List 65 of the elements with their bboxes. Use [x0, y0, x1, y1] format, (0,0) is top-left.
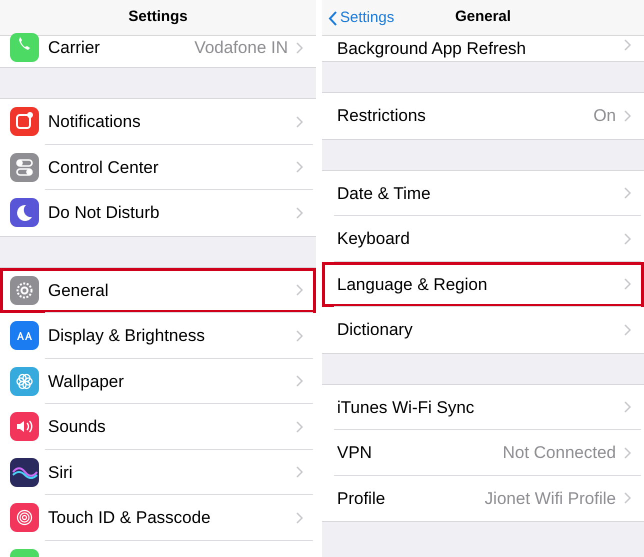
row-label: General: [48, 280, 108, 302]
settings-row[interactable]: Display & Brightness: [0, 313, 316, 358]
chevron-icon: [296, 330, 303, 342]
settings-row[interactable]: Restrictions On: [322, 93, 644, 138]
chevron-icon: [624, 278, 631, 290]
settings-row[interactable]: Dictionary: [322, 307, 644, 352]
chevron-icon: [624, 39, 631, 51]
row-label: Restrictions: [337, 105, 426, 127]
back-button[interactable]: Settings: [328, 0, 394, 36]
row-label: Keyboard: [337, 228, 410, 250]
settings-row[interactable]: Language & Region: [322, 262, 644, 307]
row-value: On: [593, 105, 616, 127]
row-label: iTunes Wi-Fi Sync: [337, 396, 474, 418]
settings-row[interactable]: Wallpaper: [0, 358, 316, 404]
row-label: Sounds: [48, 416, 106, 438]
chevron-icon: [624, 232, 631, 245]
chevron-icon: [296, 161, 303, 174]
chevron-icon: [296, 420, 303, 433]
row-label: Notifications: [48, 111, 141, 133]
row-label: Dictionary: [337, 319, 413, 341]
chevron-icon: [296, 116, 303, 128]
settings-row[interactable]: Carrier Vodafone IN: [0, 36, 316, 67]
row-label: Siri: [48, 462, 73, 484]
settings-row[interactable]: VPN Not Connected: [322, 430, 644, 476]
row-label: Background App Refresh: [337, 39, 526, 59]
chevron-icon: [624, 401, 631, 414]
chevron-icon: [296, 42, 303, 54]
chevron-icon: [624, 324, 631, 336]
settings-row[interactable]: iTunes Wi-Fi Sync: [322, 384, 644, 430]
row-label: Control Center: [48, 156, 159, 178]
settings-row[interactable]: Siri: [0, 450, 316, 495]
chevron-icon: [624, 187, 631, 200]
settings-row[interactable]: Do Not Disturb: [0, 190, 316, 236]
settings-row[interactable]: Profile Jionet Wifi Profile: [322, 476, 644, 521]
chevron-icon: [624, 446, 631, 459]
row-value: Jionet Wifi Profile: [484, 488, 616, 510]
chevron-icon: [296, 375, 303, 388]
chevron-icon: [624, 492, 631, 504]
settings-row[interactable]: Sounds: [0, 404, 316, 450]
chevron-icon: [296, 284, 303, 296]
row-label: VPN: [337, 442, 372, 464]
row-label: Carrier: [48, 36, 100, 59]
settings-row[interactable]: Touch ID & Passcode: [0, 495, 316, 540]
row-label: Touch ID & Passcode: [48, 507, 211, 529]
settings-row[interactable]: Date & Time: [322, 170, 644, 216]
row-label: Language & Region: [337, 274, 488, 296]
chevron-icon: [624, 110, 631, 122]
row-label: Wallpaper: [48, 370, 124, 392]
settings-row[interactable]: Keyboard: [322, 216, 644, 262]
settings-row[interactable]: General: [0, 268, 316, 313]
chevron-icon: [296, 466, 303, 478]
settings-row[interactable]: Notifications: [0, 99, 316, 144]
row-label: Do Not Disturb: [48, 202, 160, 224]
navigation-title: Settings: [128, 7, 188, 28]
navigation-title: General: [455, 7, 511, 28]
row-value: Vodafone IN: [194, 36, 288, 59]
row-label: Display & Brightness: [48, 325, 205, 347]
row-label: Date & Time: [337, 182, 431, 204]
chevron-icon: [296, 512, 303, 524]
row-value: Not Connected: [502, 442, 616, 464]
row-label: Profile: [337, 488, 386, 510]
chevron-icon: [296, 206, 303, 219]
back-chevron-icon: [328, 10, 337, 26]
settings-row[interactable]: Control Center: [0, 144, 316, 190]
settings-row[interactable]: Background App Refresh: [322, 36, 644, 61]
